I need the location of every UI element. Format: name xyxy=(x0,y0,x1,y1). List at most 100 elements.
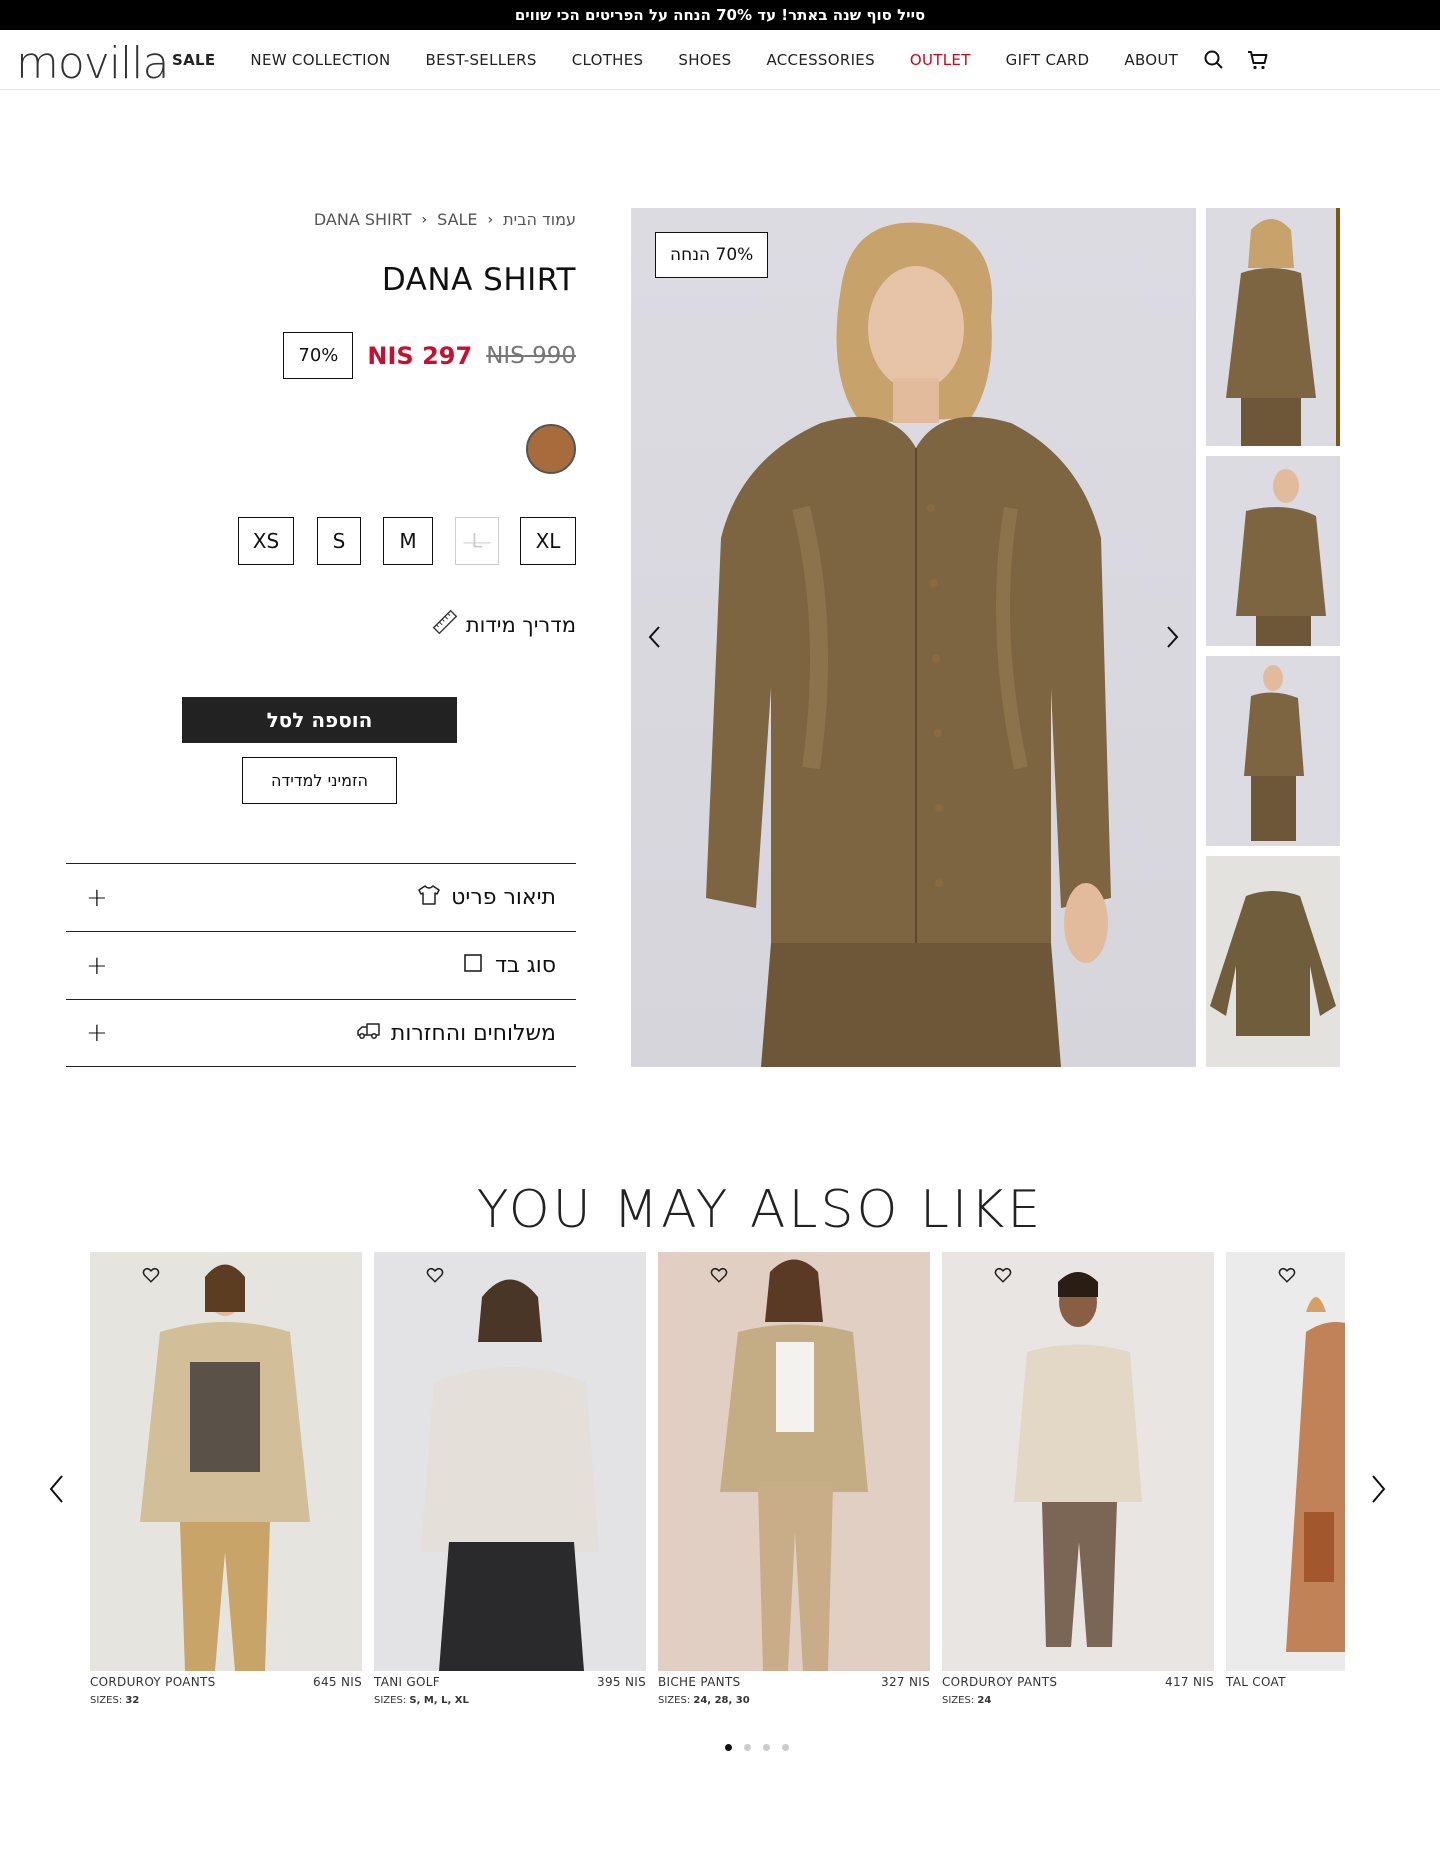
discount-image-badge: 70% הנחה xyxy=(655,232,769,278)
product-card-price: 327 NIS xyxy=(881,1675,930,1689)
nav-clothes[interactable]: CLOTHES xyxy=(572,51,644,69)
product-card[interactable]: BICHE PANTS 327 NIS SIZES: 24, 28, 30 xyxy=(658,1252,930,1706)
breadcrumb-sale[interactable]: SALE xyxy=(437,210,477,229)
thumbnail-1[interactable] xyxy=(1206,208,1340,446)
nav-new-collection[interactable]: NEW COLLECTION xyxy=(250,51,390,69)
product-card-sizes-label: SIZES: xyxy=(658,1695,691,1706)
announcement-text: סייל סוף שנה באתר! עד 70% הנחה על הפריטי… xyxy=(514,6,926,24)
sale-price: 297 NIS xyxy=(367,341,473,370)
thumbnail-4[interactable] xyxy=(1206,856,1340,1067)
announcement-bar: סייל סוף שנה באתר! עד 70% הנחה על הפריטי… xyxy=(0,0,1440,30)
product-card-sizes-label: SIZES: xyxy=(374,1695,407,1706)
product-card[interactable]: CORDUROY POANTS 645 NIS SIZES: 32 xyxy=(90,1252,362,1706)
product-card-name: TANI GOLF xyxy=(374,1675,440,1689)
size-guide-link[interactable]: מדריך מידות xyxy=(432,609,576,640)
nav-sale[interactable]: SALE xyxy=(172,51,215,69)
main-product-image[interactable]: 70% הנחה xyxy=(631,208,1196,1067)
product-card-name: TAL COAT xyxy=(1226,1675,1286,1689)
heart-icon[interactable] xyxy=(142,1266,160,1284)
product-card-price: 645 NIS xyxy=(313,1675,362,1689)
nav-best-sellers[interactable]: BEST-SELLERS xyxy=(425,51,536,69)
accordion-fabric[interactable]: + סוג בד xyxy=(66,931,576,999)
accordion-description[interactable]: + תיאור פריט xyxy=(66,863,576,931)
product-card-image[interactable] xyxy=(374,1252,646,1671)
add-to-cart-button[interactable]: הוספה לסל xyxy=(182,697,457,743)
shirt-icon xyxy=(417,884,441,912)
size-xs[interactable]: XS xyxy=(238,517,294,565)
product-title: DANA SHIRT xyxy=(381,262,576,298)
pagination-dot[interactable] xyxy=(725,1744,732,1751)
truck-icon xyxy=(355,1019,381,1047)
product-card[interactable]: TANI GOLF 395 NIS SIZES: S, M, L, XL xyxy=(374,1252,646,1706)
search-icon[interactable] xyxy=(1202,48,1226,72)
chevron-left-icon[interactable] xyxy=(639,617,669,657)
site-header: movilla SALE NEW COLLECTION BEST-SELLERS… xyxy=(0,30,1440,90)
product-card-name: BICHE PANTS xyxy=(658,1675,741,1689)
heart-icon[interactable] xyxy=(426,1266,444,1284)
nav-about[interactable]: ABOUT xyxy=(1124,51,1178,69)
breadcrumb-home[interactable]: עמוד הבית xyxy=(503,210,576,229)
size-s[interactable]: S xyxy=(317,517,361,565)
main-nav: SALE NEW COLLECTION BEST-SELLERS CLOTHES… xyxy=(172,30,1213,90)
cart-icon[interactable] xyxy=(1246,48,1270,72)
nav-gift-card[interactable]: GIFT CARD xyxy=(1006,51,1090,69)
carousel-pagination xyxy=(725,1744,789,1751)
heart-icon[interactable] xyxy=(1278,1266,1296,1284)
accordion-shipping[interactable]: + משלוחים והחזרות xyxy=(66,999,576,1067)
discount-badge: 70% xyxy=(283,332,354,379)
breadcrumb: עמוד הבית ‹ SALE ‹ DANA SHIRT xyxy=(314,210,576,229)
plus-icon: + xyxy=(86,882,108,913)
ruler-icon xyxy=(432,609,458,640)
chevron-right-icon[interactable] xyxy=(1364,1469,1394,1509)
original-price: 990 NIS xyxy=(486,342,576,369)
product-card-image[interactable] xyxy=(658,1252,930,1671)
product-card-sizes: 24, 28, 30 xyxy=(693,1695,750,1706)
nav-outlet[interactable]: OUTLET xyxy=(910,51,971,69)
product-card-sizes-label: SIZES: xyxy=(942,1695,975,1706)
accordion-fabric-label: סוג בד xyxy=(494,953,556,978)
product-card-image[interactable] xyxy=(1226,1252,1345,1671)
thumbnail-3[interactable] xyxy=(1206,656,1340,846)
size-l-unavailable: L xyxy=(455,517,499,565)
size-xl[interactable]: XL xyxy=(520,517,576,565)
thumbnail-2[interactable] xyxy=(1206,456,1340,646)
chevron-left-icon[interactable] xyxy=(41,1469,71,1509)
accordion-description-label: תיאור פריט xyxy=(451,885,556,910)
product-card[interactable]: CORDUROY PANTS 417 NIS SIZES: 24 xyxy=(942,1252,1214,1706)
product-card-price: 417 NIS xyxy=(1165,1675,1214,1689)
product-card-sizes-label: SIZES: xyxy=(90,1695,123,1706)
breadcrumb-current: DANA SHIRT xyxy=(313,210,412,229)
color-swatch[interactable] xyxy=(526,424,576,474)
recommendations-carousel: CORDUROY POANTS 645 NIS SIZES: 32 TANI G… xyxy=(90,1252,1345,1712)
chevron-right-icon[interactable] xyxy=(1158,617,1188,657)
product-card-name: CORDUROY POANTS xyxy=(90,1675,216,1689)
chevron-left-icon: ‹ xyxy=(487,211,494,228)
chevron-left-icon: ‹ xyxy=(421,211,428,228)
pagination-dot[interactable] xyxy=(763,1744,770,1751)
nav-shoes[interactable]: SHOES xyxy=(678,51,731,69)
size-m[interactable]: M xyxy=(383,517,433,565)
plus-icon: + xyxy=(86,950,108,981)
product-card-price: 395 NIS xyxy=(597,1675,646,1689)
accordion-shipping-label: משלוחים והחזרות xyxy=(390,1020,556,1046)
product-card[interactable]: TAL COAT xyxy=(1226,1252,1345,1689)
product-card-image[interactable] xyxy=(90,1252,362,1671)
logo[interactable]: movilla xyxy=(16,38,169,89)
svg-text:L: L xyxy=(472,530,483,553)
product-card-sizes: 24 xyxy=(977,1695,992,1706)
plus-icon: + xyxy=(86,1018,108,1048)
price-row: 990 NIS 297 NIS 70% xyxy=(283,332,576,379)
product-card-name: CORDUROY PANTS xyxy=(942,1675,1058,1689)
product-card-sizes: 32 xyxy=(125,1695,140,1706)
nav-accessories[interactable]: ACCESSORIES xyxy=(766,51,874,69)
recommendations-title: YOU MAY ALSO LIKE xyxy=(476,1180,1044,1240)
heart-icon[interactable] xyxy=(710,1266,728,1284)
heart-icon[interactable] xyxy=(994,1266,1012,1284)
pagination-dot[interactable] xyxy=(744,1744,751,1751)
size-guide-label: מדריך מידות xyxy=(465,612,576,637)
pagination-dot[interactable] xyxy=(782,1744,789,1751)
book-fitting-button[interactable]: הזמיני למדידה xyxy=(242,757,397,804)
product-accordion: + תיאור פריט + סוג בד + משלוחים והחזרות xyxy=(66,863,576,1067)
product-card-sizes: S, M, L, XL xyxy=(409,1695,469,1706)
product-card-image[interactable] xyxy=(942,1252,1214,1671)
